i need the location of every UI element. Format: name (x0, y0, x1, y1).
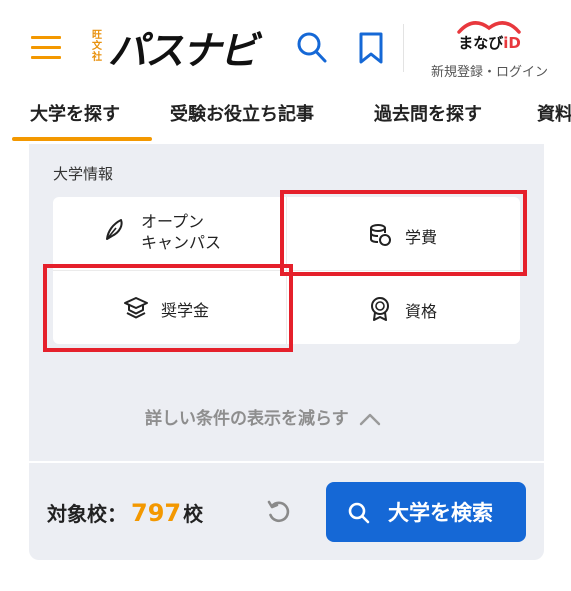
search-icon (348, 502, 370, 524)
manabi-id-login[interactable]: まなびiD 新規登録・ログイン (412, 18, 567, 82)
collapse-conditions-toggle[interactable]: 詳しい条件の表示を減らす (145, 404, 381, 429)
tab-exam-articles[interactable]: 受験お役立ち記事 (170, 100, 314, 126)
logo-publisher: 旺文社 (92, 30, 102, 63)
collapse-conditions-label: 詳しい条件の表示を減らす (145, 409, 349, 429)
search-icon[interactable] (296, 31, 328, 69)
result-count-unit: 校 (183, 502, 204, 526)
site-logo[interactable]: 旺文社 パスナビ (90, 24, 258, 74)
filter-open-campus[interactable]: オープン キャンパス (103, 211, 221, 253)
tab-brochures[interactable]: 資料 (537, 100, 571, 126)
manabi-brand: まなびiD (412, 32, 567, 53)
site-header: 旺文社 パスナビ まなびiD 新規登録・ログイン (0, 0, 571, 90)
result-count: 対象校： 797 校 (47, 498, 203, 527)
signup-login-link[interactable]: 新規登録・ログイン (412, 61, 567, 80)
qualifications-label: 資格 (405, 301, 438, 321)
result-count-label: 対象校： (47, 502, 127, 526)
logo-text: パスナビ (108, 29, 258, 74)
pen-icon (103, 217, 127, 247)
tab-find-university[interactable]: 大学を探す (30, 100, 120, 126)
highlight-box-scholarship (43, 264, 293, 352)
open-campus-label-line2: キャンパス (141, 233, 222, 252)
tab-past-exams[interactable]: 過去問を探す (374, 100, 482, 126)
manabi-id-text: iD (503, 34, 521, 52)
main-nav-tabs: 大学を探す 受験お役立ち記事 過去問を探す 資料 (0, 90, 571, 144)
filter-qualifications[interactable]: 資格 (369, 296, 437, 326)
reset-icon[interactable] (266, 500, 292, 530)
open-campus-label-line1: オープン (141, 212, 205, 231)
section-label-university-info: 大学情報 (53, 165, 114, 183)
award-badge-icon (369, 296, 391, 326)
header-divider (403, 24, 404, 72)
active-tab-indicator (12, 137, 152, 141)
result-count-value: 797 (131, 499, 182, 527)
search-university-button[interactable]: 大学を検索 (326, 482, 526, 542)
chevron-up-icon (359, 413, 380, 426)
manabi-brand-text: まなび (458, 34, 504, 52)
bookmark-icon[interactable] (358, 31, 384, 69)
search-button-label: 大学を検索 (388, 501, 493, 525)
highlight-box-tuition (280, 190, 527, 276)
hamburger-menu-icon[interactable] (31, 36, 63, 60)
panel-divider (29, 461, 544, 463)
